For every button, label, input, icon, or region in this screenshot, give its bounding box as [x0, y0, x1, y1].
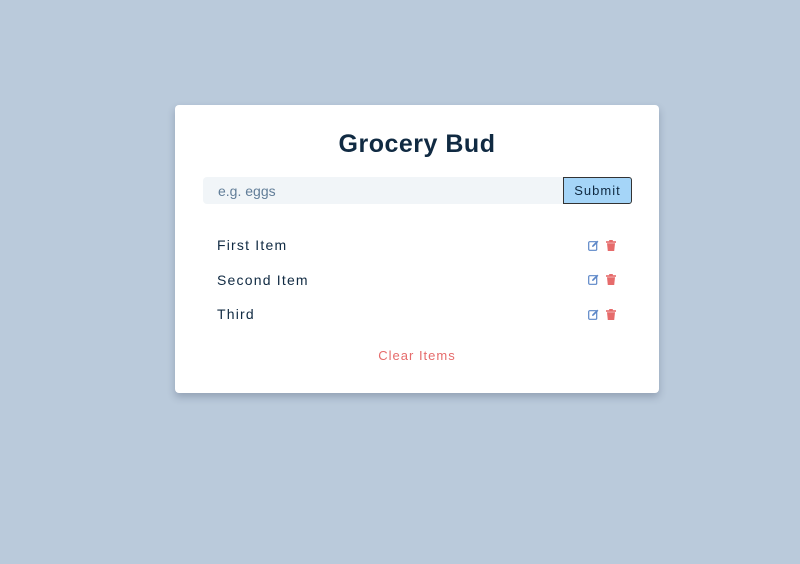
clear-items-button[interactable]: Clear Items [175, 348, 659, 363]
page-title: Grocery Bud [338, 130, 496, 158]
edit-icon[interactable] [588, 274, 599, 286]
item-actions [588, 297, 616, 332]
grocery-list: First Item Second Item Third [203, 228, 632, 332]
submit-button[interactable]: Submit [563, 177, 632, 204]
trash-icon[interactable] [605, 239, 616, 251]
grocery-card: Grocery Bud Submit First Item [175, 105, 659, 393]
edit-icon[interactable] [588, 308, 599, 320]
list-item: Third [203, 297, 632, 332]
item-actions [588, 263, 616, 298]
item-actions [588, 228, 616, 263]
grocery-form: Submit [203, 177, 632, 204]
trash-icon[interactable] [605, 274, 616, 286]
trash-icon[interactable] [605, 308, 616, 320]
list-item: First Item [203, 228, 632, 263]
item-label: Third [217, 306, 255, 323]
item-label: Second Item [217, 271, 309, 288]
list-item: Second Item [203, 263, 632, 298]
grocery-input[interactable] [203, 177, 563, 204]
item-label: First Item [217, 237, 288, 254]
edit-icon[interactable] [588, 239, 599, 251]
